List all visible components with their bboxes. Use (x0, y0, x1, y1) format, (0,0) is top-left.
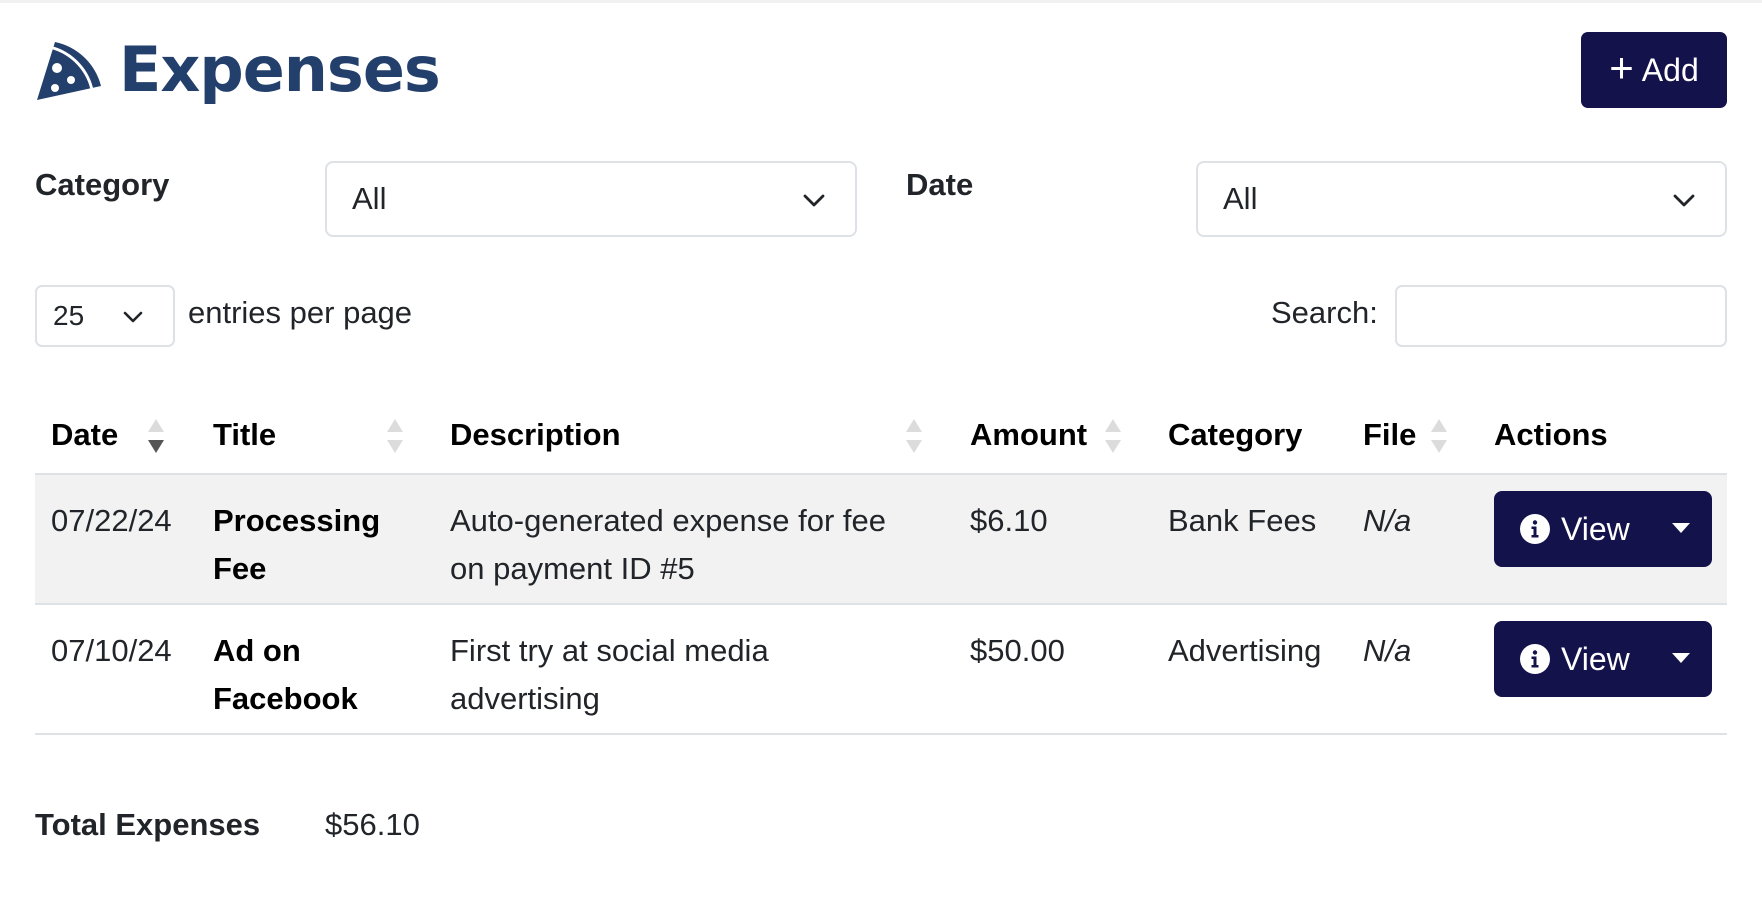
row-amount: $6.10 (970, 503, 1048, 538)
plus-icon: + (1609, 44, 1634, 91)
top-divider (0, 0, 1762, 3)
chevron-down-icon (803, 194, 825, 207)
view-button-label: View (1561, 510, 1630, 547)
chevron-down-icon (123, 311, 143, 323)
date-filter-label: Date (906, 167, 974, 202)
category-filter-value: All (352, 181, 387, 216)
sort-desc-icon[interactable] (147, 417, 165, 455)
column-header-date[interactable]: Date (51, 417, 118, 453)
page-header: Expenses + Add (35, 30, 1727, 112)
sort-icon[interactable] (1430, 417, 1448, 455)
add-expense-button[interactable]: + Add (1581, 32, 1727, 108)
expenses-table: Date Title Description Amount Category F… (35, 403, 1727, 735)
sort-icon[interactable] (386, 417, 404, 455)
info-circle-icon (1520, 644, 1550, 674)
entries-per-page-value: 25 (53, 300, 85, 331)
column-header-category: Category (1168, 417, 1303, 452)
pizza-slice-icon (37, 42, 101, 100)
sort-icon[interactable] (1104, 417, 1122, 455)
search-label: Search: (1271, 295, 1378, 330)
view-button[interactable]: View (1494, 491, 1712, 567)
row-title-line: Fee (213, 551, 267, 586)
add-button-label: Add (1641, 51, 1699, 88)
chevron-down-icon (1673, 194, 1695, 207)
entries-per-page-label: entries per page (188, 295, 413, 330)
category-filter-select[interactable]: All (325, 161, 857, 237)
search-input[interactable] (1395, 285, 1727, 347)
row-title-line: Facebook (213, 681, 358, 716)
view-button-label: View (1561, 640, 1630, 677)
column-header-description[interactable]: Description (450, 417, 621, 453)
sort-icon[interactable] (905, 417, 923, 455)
row-category: Advertising (1168, 633, 1322, 668)
entries-per-page-select[interactable]: 25 (35, 285, 175, 347)
row-title-line: Ad on (213, 633, 301, 668)
info-circle-icon (1520, 514, 1550, 544)
row-description-line: Auto-generated expense for fee (450, 503, 887, 538)
date-filter-value: All (1223, 181, 1258, 216)
total-expenses-label: Total Expenses (35, 807, 261, 842)
date-filter-select[interactable]: All (1196, 161, 1727, 237)
view-button[interactable]: View (1494, 621, 1712, 697)
row-title: Ad on Facebook (213, 627, 358, 723)
row-date: 07/22/24 (51, 503, 172, 538)
column-header-file[interactable]: File (1363, 417, 1416, 453)
category-filter-label: Category (35, 167, 170, 202)
table-header: Date Title Description Amount Category F… (35, 403, 1727, 475)
row-description-line: on payment ID #5 (450, 551, 695, 586)
page-title: Expenses (119, 33, 441, 106)
row-date: 07/10/24 (51, 633, 172, 668)
row-category: Bank Fees (1168, 503, 1317, 538)
column-header-title[interactable]: Title (213, 417, 276, 453)
column-header-amount[interactable]: Amount (970, 417, 1087, 453)
row-title: Processing Fee (213, 497, 380, 593)
row-file: N/a (1363, 503, 1412, 538)
row-description-line: First try at social media (450, 633, 769, 668)
row-description-line: advertising (450, 681, 600, 716)
row-description: Auto-generated expense for fee on paymen… (450, 497, 886, 593)
row-amount: $50.00 (970, 633, 1065, 668)
row-file: N/a (1363, 633, 1412, 668)
row-title-line: Processing (213, 503, 381, 538)
column-header-actions: Actions (1494, 417, 1608, 452)
caret-down-icon[interactable] (1672, 653, 1690, 663)
table-row: 07/22/24 Processing Fee Auto-generated e… (35, 475, 1727, 605)
row-description: First try at social media advertising (450, 627, 769, 723)
caret-down-icon[interactable] (1672, 523, 1690, 533)
brand: Expenses (35, 33, 441, 106)
table-row: 07/10/24 Ad on Facebook First try at soc… (35, 605, 1727, 735)
total-expenses-value: $56.10 (325, 807, 420, 842)
